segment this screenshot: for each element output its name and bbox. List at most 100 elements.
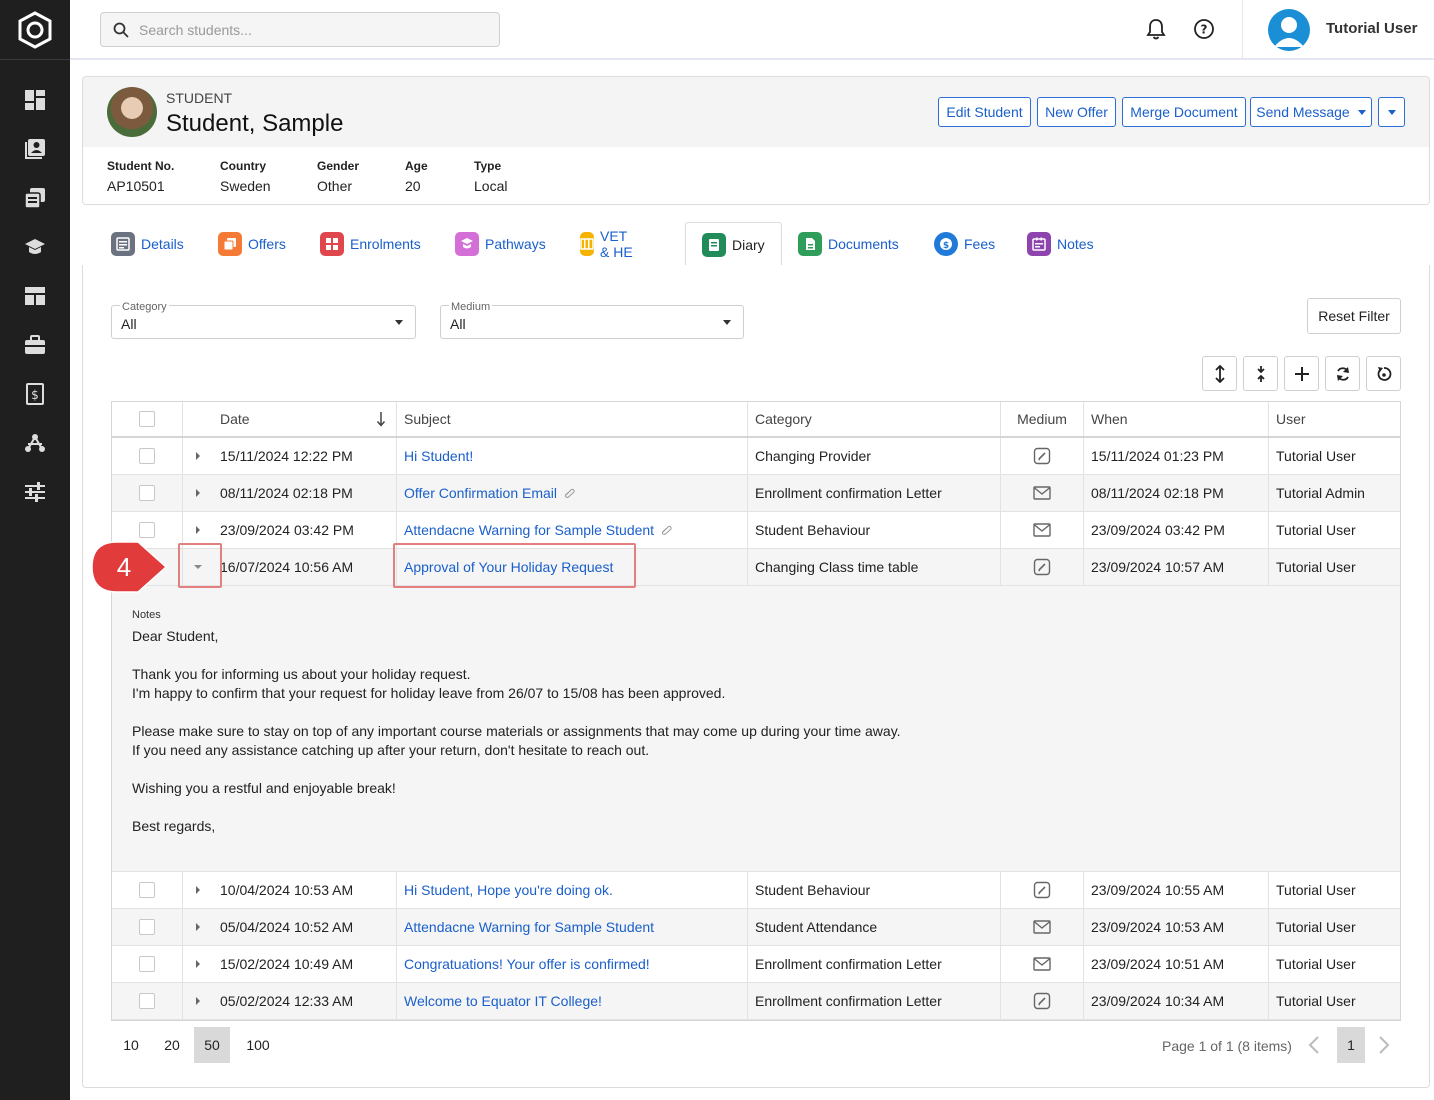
new-offer-button[interactable]: New Offer xyxy=(1037,97,1116,127)
header-subject[interactable]: Subject xyxy=(397,402,748,436)
briefcase-icon[interactable] xyxy=(23,333,47,357)
row-checkbox[interactable] xyxy=(139,956,155,972)
merge-document-button[interactable]: Merge Document xyxy=(1122,97,1246,127)
network-icon[interactable] xyxy=(23,431,47,455)
collapse-all-button[interactable] xyxy=(1243,356,1278,391)
cell-date: 15/02/2024 10:49 AM xyxy=(213,946,397,982)
vet-he-icon xyxy=(580,232,594,256)
tab-details[interactable]: Details xyxy=(111,222,184,266)
tab-pathways[interactable]: Pathways xyxy=(455,222,546,266)
table-row[interactable]: 15/11/2024 12:22 PM Hi Student! Changing P… xyxy=(112,438,1400,475)
row-checkbox[interactable] xyxy=(139,448,155,464)
info-gender: Gender Other xyxy=(317,159,359,194)
page-size-10[interactable]: 10 xyxy=(116,1027,146,1063)
row-checkbox[interactable] xyxy=(139,919,155,935)
app-logo[interactable] xyxy=(0,0,70,60)
select-all-checkbox[interactable] xyxy=(139,411,155,427)
subject-link[interactable]: Attendacne Warning for Sample Student xyxy=(404,919,654,935)
header-category[interactable]: Category xyxy=(748,402,1001,436)
expand-row-icon[interactable] xyxy=(196,526,200,534)
medium-filter[interactable]: Medium All xyxy=(440,301,744,339)
reset-layout-button[interactable] xyxy=(1366,356,1401,391)
subject-link[interactable]: Congratuations! Your offer is confirmed! xyxy=(404,956,650,972)
row-checkbox[interactable] xyxy=(139,993,155,1009)
students-icon[interactable] xyxy=(23,137,47,161)
courses-icon[interactable] xyxy=(23,235,47,259)
add-entry-button[interactable] xyxy=(1284,356,1319,391)
prev-page-icon[interactable] xyxy=(1307,1036,1321,1057)
cell-subject: Hi Student! xyxy=(397,438,748,474)
table-row[interactable]: 23/09/2024 03:42 PM Attendacne Warning fo… xyxy=(112,512,1400,549)
edit-student-button[interactable]: Edit Student xyxy=(938,97,1031,127)
table-row[interactable]: 16/07/2024 10:56 AM Approval of Your Holi… xyxy=(112,549,1400,586)
tab-enrolments[interactable]: Enrolments xyxy=(320,222,421,266)
row-checkbox[interactable] xyxy=(139,485,155,501)
settings-sliders-icon[interactable] xyxy=(23,480,47,504)
tab-documents[interactable]: Documents xyxy=(798,222,899,266)
subject-link[interactable]: Offer Confirmation Email xyxy=(404,485,557,501)
row-checkbox[interactable] xyxy=(139,522,155,538)
table-row[interactable]: 05/02/2024 12:33 AM Welcome to Equator IT… xyxy=(112,983,1400,1020)
row-checkbox[interactable] xyxy=(139,882,155,898)
fees-icon[interactable]: $ xyxy=(23,382,47,406)
subject-link[interactable]: Hi Student! xyxy=(404,448,473,464)
attachment-icon xyxy=(557,485,575,501)
row-expand-cell xyxy=(183,909,213,945)
offers-icon[interactable] xyxy=(23,186,47,210)
grid-header: Date Subject Category Medium When User xyxy=(112,402,1400,438)
table-row[interactable]: 10/04/2024 10:53 AM Hi Student, Hope you'… xyxy=(112,872,1400,909)
expand-row-icon[interactable] xyxy=(196,886,200,894)
expand-row-icon[interactable] xyxy=(196,923,200,931)
tab-vet-he[interactable]: VET & HE xyxy=(580,222,637,266)
tab-offers[interactable]: Offers xyxy=(218,222,286,266)
notification-bell-icon[interactable] xyxy=(1144,17,1168,41)
header-expand-cell xyxy=(183,402,213,436)
table-row[interactable]: 05/04/2024 10:52 AM Attendacne Warning fo… xyxy=(112,909,1400,946)
tab-fees[interactable]: $ Fees xyxy=(934,222,995,266)
help-icon[interactable]: ? xyxy=(1192,17,1216,41)
tab-diary[interactable]: Diary xyxy=(685,222,782,267)
reset-filter-button[interactable]: Reset Filter xyxy=(1307,298,1401,334)
header-when[interactable]: When xyxy=(1084,402,1269,436)
dashboard-icon[interactable] xyxy=(23,88,47,112)
expand-row-icon[interactable] xyxy=(196,489,200,497)
user-name[interactable]: Tutorial User xyxy=(1326,20,1417,37)
header-medium[interactable]: Medium xyxy=(1001,402,1084,436)
subject-link[interactable]: Attendacne Warning for Sample Student xyxy=(404,522,654,538)
notes-icon xyxy=(1027,232,1051,256)
cell-user: Tutorial User xyxy=(1276,559,1356,575)
table-row[interactable]: 08/11/2024 02:18 PM Offer Confirmation Em… xyxy=(112,475,1400,512)
send-message-button[interactable]: Send Message xyxy=(1250,97,1372,127)
subject-link[interactable]: Welcome to Equator IT College! xyxy=(404,993,602,1009)
tab-notes[interactable]: Notes xyxy=(1027,222,1094,266)
table-row[interactable]: 15/02/2024 10:49 AM Congratuations! Your … xyxy=(112,946,1400,983)
page-size-20[interactable]: 20 xyxy=(157,1027,187,1063)
row-expand-cell xyxy=(183,946,213,982)
info-value: Local xyxy=(474,178,508,194)
subject-link[interactable]: Hi Student, Hope you're doing ok. xyxy=(404,882,613,898)
page-size-100[interactable]: 100 xyxy=(240,1027,276,1063)
expand-all-button[interactable] xyxy=(1202,356,1237,391)
refresh-button[interactable] xyxy=(1325,356,1360,391)
header-date[interactable]: Date xyxy=(213,402,397,436)
grid-body: 15/11/2024 12:22 PM Hi Student! Changing P… xyxy=(112,438,1400,1020)
category-filter[interactable]: Category All xyxy=(111,301,416,339)
user-avatar[interactable] xyxy=(1268,9,1310,51)
more-actions-button[interactable] xyxy=(1378,97,1405,127)
expand-row-icon[interactable] xyxy=(196,997,200,1005)
cell-date: 23/09/2024 03:42 PM xyxy=(213,512,397,548)
svg-text:$: $ xyxy=(31,388,39,402)
page-size-50[interactable]: 50 xyxy=(194,1027,230,1063)
cell-category: Changing Provider xyxy=(748,438,1001,474)
row-select-cell xyxy=(112,872,183,908)
search-input[interactable] xyxy=(139,21,479,38)
page-number-button[interactable]: 1 xyxy=(1337,1027,1365,1063)
search-box[interactable] xyxy=(100,12,500,47)
expand-row-icon[interactable] xyxy=(196,452,200,460)
caret-down-icon xyxy=(723,320,731,325)
expand-row-icon[interactable] xyxy=(196,960,200,968)
cell-date: 16/07/2024 10:56 AM xyxy=(213,549,397,585)
header-user[interactable]: User xyxy=(1269,402,1400,436)
layout-icon[interactable] xyxy=(23,284,47,308)
next-page-icon[interactable] xyxy=(1377,1036,1391,1057)
